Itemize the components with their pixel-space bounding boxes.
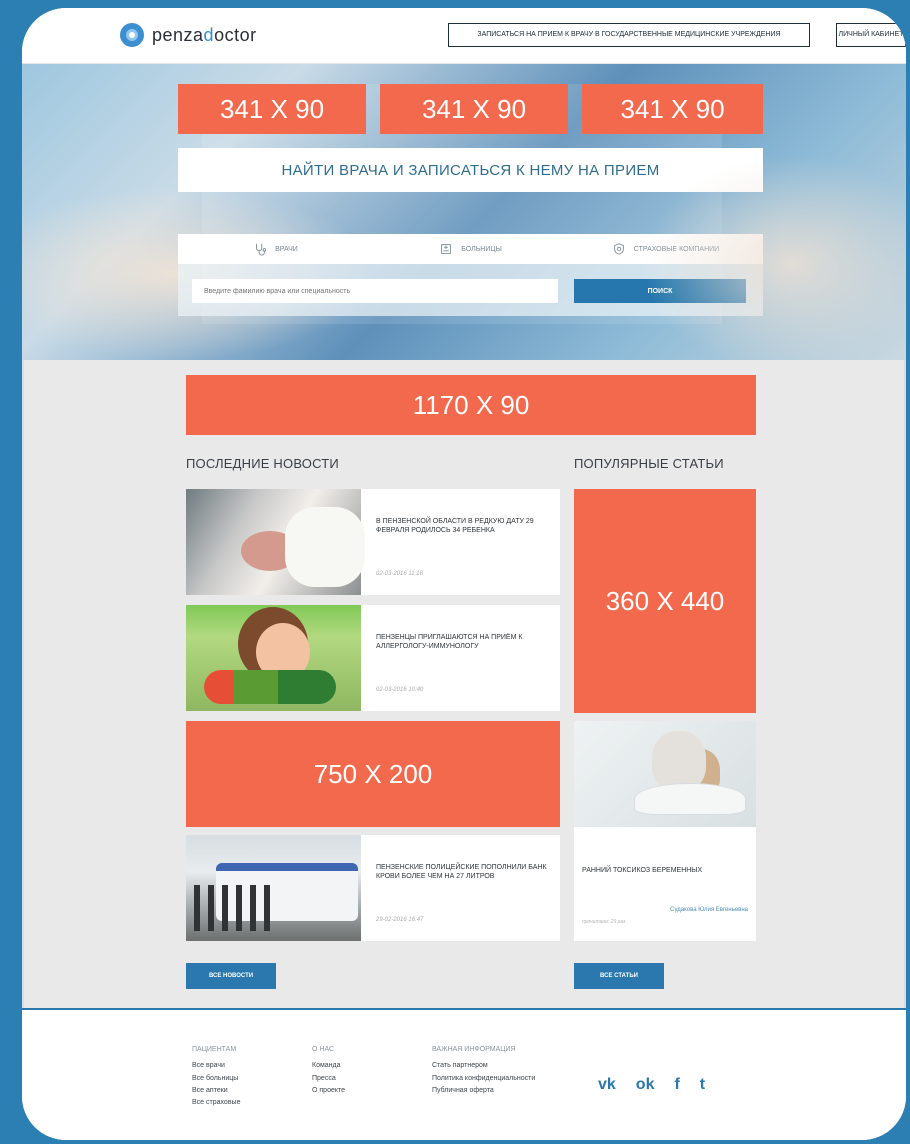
- hospital-icon: [441, 244, 452, 254]
- footer-link-press[interactable]: Пресса: [312, 1073, 345, 1085]
- side-ad-banner[interactable]: 360 X 440: [574, 489, 756, 713]
- news-section-title: ПОСЛЕДНИЕ НОВОСТИ: [186, 456, 339, 471]
- doctor-search-input[interactable]: [192, 279, 558, 303]
- personal-account-button[interactable]: ЛИЧНЫЙ КАБИНЕТ: [836, 23, 906, 47]
- stethoscope-icon: [256, 243, 267, 256]
- article-title[interactable]: РАННИЙ ТОКСИКОЗ БЕРЕМЕННЫХ: [582, 867, 748, 874]
- news-image-police: [186, 835, 361, 941]
- news-title[interactable]: ПЕНЗЕНЦЫ ПРИГЛАШАЮТСЯ НА ПРИЁМ К АЛЛЕРГО…: [376, 633, 552, 652]
- wide-ad-banner[interactable]: 1170 X 90: [186, 375, 756, 435]
- shield-icon: [613, 243, 624, 255]
- search-tabs: ВРАЧИ БОЛЬНИЦЫ СТРАХОВЫЕ КОМПАНИИ: [178, 234, 763, 264]
- hero-section: 341 X 90 341 X 90 341 X 90 НАЙТИ ВРАЧА И…: [22, 64, 906, 360]
- article-views: прочитано: 29 раз: [582, 919, 626, 925]
- footer-link-doctors[interactable]: Все врачи: [192, 1060, 240, 1072]
- footer-about: О НАС Команда Пресса О проекте: [312, 1044, 345, 1097]
- article-author[interactable]: Судакова Юлия Евгеньевна: [670, 907, 748, 913]
- news-image-girl: [186, 605, 361, 711]
- news-date: 02-03-2016 10:40: [376, 687, 424, 693]
- hero-ad-banner-2[interactable]: 341 X 90: [380, 84, 568, 134]
- logo-text-suffix: octor: [214, 24, 257, 45]
- tab-insurance-label: СТРАХОВЫЕ КОМПАНИИ: [633, 245, 720, 253]
- search-title: НАЙТИ ВРАЧА И ЗАПИСАТЬСЯ К НЕМУ НА ПРИЕМ: [178, 148, 763, 192]
- footer-link-privacy[interactable]: Политика конфиденциальности: [432, 1073, 544, 1085]
- facebook-icon[interactable]: f: [674, 1076, 679, 1094]
- footer-patients-title: ПАЦИЕНТАМ: [192, 1046, 237, 1053]
- site-header: penzadoctor ЗАПИСАТЬСЯ НА ПРИЕМ К ВРАЧУ …: [22, 8, 906, 64]
- browser-frame: penzadoctor ЗАПИСАТЬСЯ НА ПРИЕМ К ВРАЧУ …: [22, 8, 906, 1140]
- logo-text-prefix: penza: [152, 24, 204, 45]
- tab-hospitals-label: БОЛЬНИЦЫ: [461, 245, 502, 253]
- news-item-1[interactable]: В ПЕНЗЕНСКОЙ ОБЛАСТИ В РЕДКУЮ ДАТУ 29 ФЕ…: [186, 489, 560, 595]
- odnoklassniki-icon[interactable]: ok: [636, 1076, 655, 1094]
- footer-important-title: ВАЖНАЯ ИНФОРМАЦИЯ: [432, 1046, 516, 1053]
- footer-about-title: О НАС: [312, 1046, 335, 1053]
- news-date: 29-02-2016 16:47: [376, 917, 424, 923]
- footer-link-insurance[interactable]: Все страховые: [192, 1097, 240, 1109]
- articles-section-title: ПОПУЛЯРНЫЕ СТАТЬИ: [574, 456, 724, 471]
- news-title[interactable]: ПЕНЗЕНСКИЕ ПОЛИЦЕЙСКИЕ ПОПОЛНИЛИ БАНК КР…: [376, 863, 552, 882]
- hero-ad-banner-3[interactable]: 341 X 90: [582, 84, 763, 134]
- news-item-3[interactable]: ПЕНЗЕНСКИЕ ПОЛИЦЕЙСКИЕ ПОПОЛНИЛИ БАНК КР…: [186, 835, 560, 941]
- footer-patients: ПАЦИЕНТАМ Все врачи Все больницы Все апт…: [192, 1044, 240, 1109]
- all-news-button[interactable]: ВСЕ НОВОСТИ: [186, 963, 276, 989]
- logo-mark-icon: [120, 23, 144, 47]
- footer-link-hospitals[interactable]: Все больницы: [192, 1073, 240, 1085]
- vk-icon[interactable]: vk: [598, 1076, 616, 1094]
- article-card[interactable]: РАННИЙ ТОКСИКОЗ БЕРЕМЕННЫХ Судакова Юлия…: [574, 721, 756, 941]
- news-image-baby: [186, 489, 365, 595]
- social-links: vk ok f t: [598, 1076, 705, 1094]
- footer-important: ВАЖНАЯ ИНФОРМАЦИЯ Стать партнером Полити…: [432, 1044, 544, 1097]
- news-item-2[interactable]: ПЕНЗЕНЦЫ ПРИГЛАШАЮТСЯ НА ПРИЁМ К АЛЛЕРГО…: [186, 605, 560, 711]
- middle-ad-banner[interactable]: 750 X 200: [186, 721, 560, 827]
- tab-doctors-label: ВРАЧИ: [275, 245, 298, 253]
- tab-hospitals[interactable]: БОЛЬНИЦЫ: [373, 234, 568, 264]
- hero-ad-banner-1[interactable]: 341 X 90: [178, 84, 366, 134]
- footer-link-offer[interactable]: Публичная оферта: [432, 1085, 544, 1097]
- footer-link-team[interactable]: Команда: [312, 1060, 345, 1072]
- site-logo[interactable]: penzadoctor: [120, 22, 257, 48]
- footer-link-partner[interactable]: Стать партнером: [432, 1060, 544, 1072]
- all-articles-button[interactable]: ВСЕ СТАТЬИ: [574, 963, 664, 989]
- news-title[interactable]: В ПЕНЗЕНСКОЙ ОБЛАСТИ В РЕДКУЮ ДАТУ 29 ФЕ…: [376, 517, 552, 536]
- logo-text-mark: d: [203, 24, 215, 45]
- twitter-icon[interactable]: t: [700, 1076, 705, 1094]
- tab-insurance[interactable]: СТРАХОВЫЕ КОМПАНИИ: [568, 234, 763, 264]
- search-bar: ПОИСК: [178, 264, 763, 316]
- logo-text: penzadoctor: [152, 25, 257, 46]
- footer-link-pharmacies[interactable]: Все аптеки: [192, 1085, 240, 1097]
- site-footer: ПАЦИЕНТАМ Все врачи Все больницы Все апт…: [22, 1008, 906, 1140]
- footer-link-project[interactable]: О проекте: [312, 1085, 345, 1097]
- search-button[interactable]: ПОИСК: [574, 279, 746, 303]
- appointment-cta-button[interactable]: ЗАПИСАТЬСЯ НА ПРИЕМ К ВРАЧУ В ГОСУДАРСТВ…: [448, 23, 810, 47]
- article-image: [574, 721, 756, 827]
- news-date: 02-03-2016 11:18: [376, 571, 423, 577]
- tab-doctors[interactable]: ВРАЧИ: [178, 234, 373, 264]
